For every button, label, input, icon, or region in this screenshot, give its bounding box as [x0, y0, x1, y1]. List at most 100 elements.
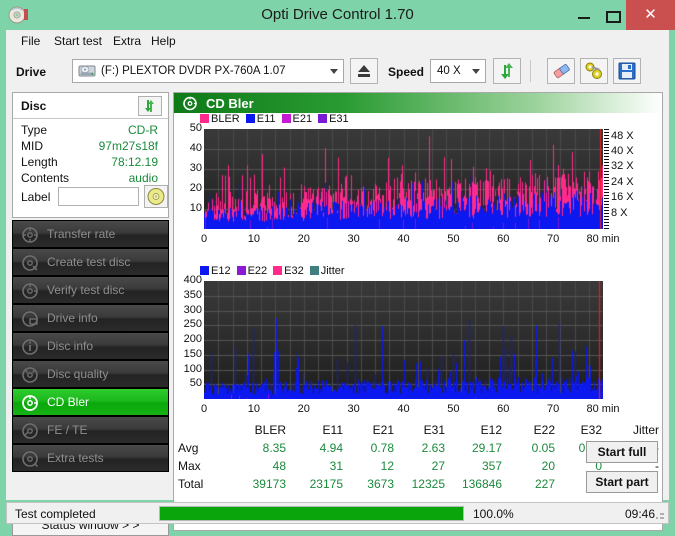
- chart2-legend: E12 E22 E32 Jitter: [200, 265, 351, 277]
- disc-panel-title: Disc: [21, 99, 47, 113]
- disc-gear-icon: [22, 283, 38, 299]
- axis-tick-label: 70: [547, 233, 560, 245]
- cd-bler-chart: BLER E11 E21 E31 10 20 30 40 50 8 X 16 X 24 X 32 X…: [174, 113, 662, 253]
- disc-gear-icon: [22, 255, 38, 271]
- minimize-icon: [578, 17, 590, 19]
- axis-tick-label: 50: [189, 122, 202, 134]
- nav-drive-info[interactable]: Drive info: [12, 304, 169, 332]
- save-button[interactable]: [613, 58, 641, 84]
- stats-column-header: E11: [322, 423, 343, 437]
- disc-info-panel: Disc Type CD-R MID 97m27s18f Length 78:1…: [12, 92, 169, 218]
- legend-label: E12: [211, 265, 231, 277]
- wrench-tools-icon: [585, 62, 602, 79]
- disc-label-button[interactable]: [144, 185, 168, 208]
- nav-disc-quality[interactable]: Disc quality: [12, 360, 169, 388]
- nav-fe-te[interactable]: FE / TE: [12, 416, 169, 444]
- nav-cd-bler[interactable]: CD Bler: [12, 388, 169, 416]
- nav-disc-info[interactable]: Disc info: [12, 332, 169, 360]
- chevron-down-icon: [330, 69, 338, 74]
- disc-panel-header: Disc: [13, 93, 168, 119]
- stats-cell: 0.05: [531, 441, 555, 455]
- resize-grip[interactable]: [655, 510, 665, 520]
- axis-tick-label: 50: [447, 233, 460, 245]
- stats-column-header: E32: [580, 423, 602, 437]
- chevron-down-icon: [472, 69, 480, 74]
- panel-title: CD Bler: [206, 96, 254, 111]
- eraser-icon: [553, 64, 570, 79]
- progress-bar: [159, 506, 464, 521]
- disc-gear-icon: [22, 451, 39, 468]
- legend-label: E22: [247, 265, 268, 277]
- maximize-button[interactable]: [598, 0, 626, 30]
- disc-label-input[interactable]: [58, 187, 139, 206]
- minimize-button[interactable]: [570, 0, 598, 30]
- legend-label: E11: [256, 113, 276, 125]
- start-full-button[interactable]: Start full: [586, 441, 658, 463]
- menu-start-test[interactable]: Start test: [49, 33, 107, 49]
- stats-cell: 12: [380, 459, 394, 473]
- progress-fill: [160, 507, 463, 520]
- speed-select[interactable]: 40 X: [430, 59, 486, 83]
- disc-refresh-button[interactable]: [138, 96, 162, 116]
- menu-help[interactable]: Help: [146, 33, 181, 49]
- axis-tick-label: 80 min: [586, 233, 620, 245]
- legend-swatch: [281, 114, 291, 123]
- stats-cell: 12325: [411, 477, 445, 491]
- axis-tick-label: 10: [247, 403, 260, 415]
- disc-info-icon: [22, 339, 38, 355]
- drive-select[interactable]: (F:) PLEXTOR DVDR PX-760A 1.07: [72, 59, 344, 83]
- legend-label: E21: [292, 113, 313, 125]
- stats-row-label: Max: [178, 459, 201, 473]
- elapsed-time: 09:46: [624, 507, 655, 521]
- refresh-button[interactable]: [493, 58, 521, 84]
- disc-info-icon: [22, 311, 38, 327]
- stats-column-header: E31: [423, 423, 445, 437]
- axis-tick-label: 24 X: [611, 175, 634, 188]
- tools-button[interactable]: [580, 58, 608, 84]
- close-icon: ✕: [644, 6, 657, 23]
- close-button[interactable]: ✕: [626, 0, 675, 30]
- status-message: Test completed: [15, 507, 96, 521]
- optical-drive-icon: [78, 65, 96, 77]
- axis-tick-label: 100: [183, 362, 202, 375]
- nav-extra-tests[interactable]: Extra tests: [12, 444, 169, 472]
- axis-tick-label: 16 X: [611, 191, 634, 204]
- erase-button[interactable]: [547, 58, 575, 84]
- nav-label: Disc quality: [47, 367, 109, 381]
- stats-cell: 0.78: [370, 441, 394, 455]
- stats-column-header: E21: [372, 423, 394, 437]
- status-bar: Test completed 100.0% 09:46: [6, 502, 669, 524]
- nav-label: Verify test disc: [47, 283, 125, 297]
- disc-row-value: CD-R: [128, 123, 158, 137]
- cd-disc-icon: [183, 96, 197, 111]
- axis-tick-label: 50: [447, 403, 460, 415]
- legend-swatch: [309, 266, 319, 275]
- menu-extra[interactable]: Extra: [108, 33, 146, 49]
- stats-row-label: Total: [178, 477, 204, 491]
- disc-label-row: Label: [13, 185, 168, 211]
- disc-row-length: Length 78:12.19: [13, 155, 168, 172]
- speed-select-value: 40 X: [437, 65, 461, 77]
- cd-disc-icon: [147, 188, 165, 205]
- start-part-label: Start part: [595, 475, 649, 489]
- axis-tick-label: 20: [297, 233, 310, 245]
- nav-transfer-rate[interactable]: Transfer rate: [12, 220, 169, 248]
- nav-label: Extra tests: [47, 451, 104, 465]
- floppy-save-icon: [618, 62, 636, 80]
- speed-label: Speed: [388, 65, 425, 79]
- disc-label-field[interactable]: [59, 188, 138, 205]
- drive-select-value: (F:) PLEXTOR DVDR PX-760A 1.07: [101, 65, 286, 77]
- eject-button[interactable]: [350, 58, 378, 84]
- chart1-plot: [204, 129, 603, 229]
- stats-cell: 4.94: [319, 441, 343, 455]
- axis-tick-label: 48 X: [611, 129, 634, 142]
- legend-swatch: [236, 266, 246, 275]
- test-navigation: Transfer rate Create test disc Verify te…: [12, 220, 169, 472]
- axis-tick-label: 60: [497, 403, 510, 415]
- menu-file[interactable]: File: [16, 33, 45, 49]
- start-part-button[interactable]: Start part: [586, 471, 658, 493]
- nav-verify-test-disc[interactable]: Verify test disc: [12, 276, 169, 304]
- nav-create-test-disc[interactable]: Create test disc: [12, 248, 169, 276]
- axis-tick-label: 200: [183, 333, 202, 345]
- e12-chart: E12 E22 E32 Jitter 50 100 150 200 250 300 350 400 …: [174, 265, 662, 425]
